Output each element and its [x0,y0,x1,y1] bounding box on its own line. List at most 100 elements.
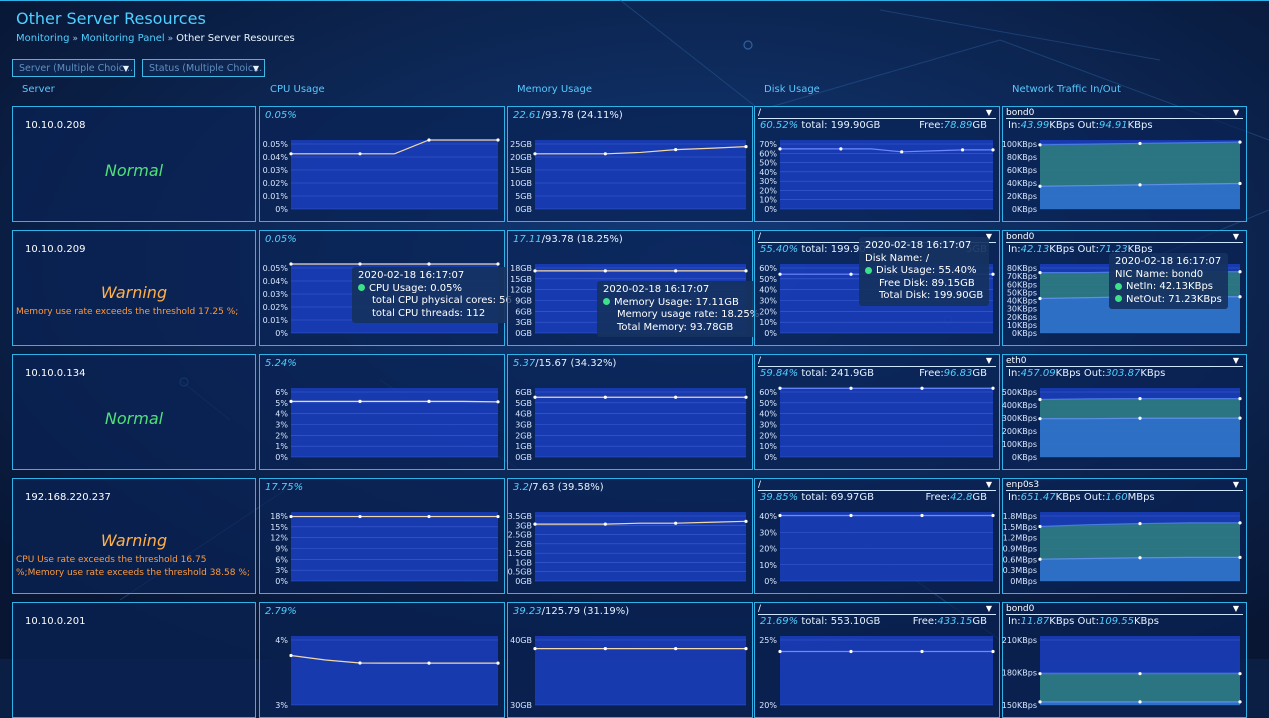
axis-tick-label: 150KBps [1002,701,1037,710]
breadcrumb-separator-icon: » [168,34,174,44]
tooltip-time: 2020-02-18 16:17:07 [603,284,759,297]
memory-chart: 3.5GB3GB2.5GB2GB1.5GB1GB0.5GB0GB [508,479,752,593]
caret-down-icon: ▼ [123,60,129,78]
network-card[interactable]: bond0▼In:43.99KBps Out:94.91KBps100KBps8… [1002,106,1247,222]
memory-usage-point [533,647,536,650]
network-chart: 500KBps400KBps300KBps200KBps100KBps0KBps [1003,355,1246,469]
axis-tick-label: 40% [759,286,777,295]
status-filter-select[interactable]: Status (Multiple Choic... ▼ [142,59,265,77]
axis-tick-label: 60% [759,264,777,273]
axis-tick-label: 30% [759,297,777,306]
cpu-card[interactable]: 5.24%6%5%4%3%2%1%0% [259,354,505,470]
plot-area [535,636,746,705]
net-in-point [1038,185,1041,188]
memory-usage-point [744,269,747,272]
cpu-usage-point [427,400,430,403]
memory-chart: 40GB30GB [508,603,752,717]
axis-tick-label: 20% [759,701,777,710]
axis-tick-label: 0GB [515,453,532,462]
axis-tick-label: 100KBps [1002,140,1037,149]
tooltip-line: NetOut: 71.23KBps [1115,294,1222,307]
breadcrumb-monitoring-panel[interactable]: Monitoring Panel [81,33,165,44]
cpu-card[interactable]: 0.05%0.05%0.04%0.03%0.02%0.01%0% [259,106,505,222]
memory-usage-point [533,269,536,272]
net-out-point [1238,140,1241,143]
disk-card[interactable]: /▼60.52% total: 199.90GBFree:78.89GB70%6… [754,106,1000,222]
disk-usage-point [778,387,781,390]
axis-tick-label: 40% [759,168,777,177]
server-filter-select[interactable]: Server (Multiple Choic... ▼ [12,59,135,77]
tooltip-line-label: Memory usage rate: [617,309,718,320]
net-out-point [1138,142,1141,145]
chart-tooltip: 2020-02-18 16:17:07CPU Usage: 0.05%total… [352,267,518,323]
memory-card[interactable]: 17.11/93.78 (18.25%)18GB15GB12GB9GB6GB3G… [507,230,753,346]
axis-tick-label: 30% [759,528,777,537]
tooltip-series-value: 17.11GB [696,297,739,308]
disk-chart: 70%60%50%40%30%20%10%0% [755,107,999,221]
axis-tick-label: 5GB [515,399,532,408]
axis-tick-label: 15GB [510,166,532,175]
axis-tick-label: 6% [275,555,288,564]
memory-card[interactable]: 3.2/7.63 (39.58%)3.5GB3GB2.5GB2GB1.5GB1G… [507,478,753,594]
tooltip-line: Total Disk: 199.90GB [865,290,983,303]
memory-usage-point [533,152,536,155]
memory-usage-point [744,647,747,650]
network-card[interactable]: bond0▼In:11.87KBps Out:109.55KBps210KBps… [1002,602,1247,718]
server-card[interactable]: 10.10.0.201 [12,602,256,718]
cpu-usage-point [358,661,361,664]
axis-tick-label: 0.05% [263,264,289,273]
tooltip-line-label: total CPU physical cores: [372,295,496,306]
cpu-card[interactable]: 2.79%4%3% [259,602,505,718]
tooltip-line: Free Disk: 89.15GB [865,278,983,291]
tooltip-line-label: Total Memory: [617,322,687,333]
cpu-usage-point [496,138,499,141]
tooltip-line-value: 89.15GB [931,278,974,289]
tooltip-line: total CPU physical cores: 56 [358,295,512,308]
axis-tick-label: 20GB [510,153,532,162]
disk-card[interactable]: /▼59.84% total: 241.9GBFree:96.83GB60%50… [754,354,1000,470]
disk-card[interactable]: /▼55.40% total: 199.905GB60%50%40%30%20%… [754,230,1000,346]
network-card[interactable]: bond0▼In:42.13KBps Out:71.23KBps80KBps70… [1002,230,1247,346]
plot-area [535,388,746,457]
net-out-point [1238,672,1241,675]
memory-card[interactable]: 5.37/15.67 (34.32%)6GB5GB4GB3GB2GB1GB0GB [507,354,753,470]
net-out-point [1238,270,1241,273]
breadcrumb: Monitoring»Monitoring Panel»Other Server… [16,33,295,44]
memory-card[interactable]: 39.23/125.79 (31.19%)40GB30GB [507,602,753,718]
axis-tick-label: 2GB [515,540,532,549]
axis-tick-label: 20KBps [1007,192,1037,201]
server-card[interactable]: 10.10.0.134Normal [12,354,256,470]
tooltip-series-value: 55.40% [938,265,976,276]
axis-tick-label: 20% [759,186,777,195]
chart-tooltip: 2020-02-18 16:17:07Disk Name: /Disk Usag… [859,237,989,306]
cpu-card[interactable]: 0.05%0.05%0.04%0.03%0.02%0.01%0%2020-02-… [259,230,505,346]
disk-usage-point [778,650,781,653]
disk-card[interactable]: /▼21.69% total: 553.10GBFree:433.15GB25%… [754,602,1000,718]
memory-usage-point [744,145,747,148]
column-header-server: Server [22,84,55,95]
axis-tick-label: 0KBps [1012,453,1037,462]
disk-card[interactable]: /▼39.85% total: 69.97GBFree:42.8GB40%30%… [754,478,1000,594]
network-card[interactable]: eth0▼In:457.09KBps Out:303.87KBps500KBps… [1002,354,1247,470]
net-in-point [1038,558,1041,561]
breadcrumb-monitoring[interactable]: Monitoring [16,33,69,44]
server-alert-message: Memory use rate exceeds the threshold 17… [16,306,251,319]
disk-usage-point [839,147,842,150]
plot-area [291,388,498,457]
axis-tick-label: 10GB [510,179,532,188]
net-out-point [1038,525,1041,528]
disk-usage-point [849,650,852,653]
axis-tick-label: 400KBps [1002,401,1037,410]
tooltip-line-label: Free Disk: [879,278,928,289]
server-card[interactable]: 10.10.0.209WarningMemory use rate exceed… [12,230,256,346]
chart-tooltip: 2020-02-18 16:17:07NIC Name: bond0NetIn:… [1109,253,1228,309]
memory-card[interactable]: 22.61/93.78 (24.11%)25GB20GB15GB10GB5GB0… [507,106,753,222]
net-in-point [1238,700,1241,703]
tooltip-line: total CPU threads: 112 [358,308,512,321]
server-card[interactable]: 192.168.220.237WarningCPU Use rate excee… [12,478,256,594]
cpu-card[interactable]: 17.75%18%15%12%9%6%3%0% [259,478,505,594]
cpu-usage-point [427,138,430,141]
net-out-point [1238,521,1241,524]
network-card[interactable]: enp0s3▼In:651.47KBps Out:1.60MBps1.8MBps… [1002,478,1247,594]
server-card[interactable]: 10.10.0.208Normal [12,106,256,222]
